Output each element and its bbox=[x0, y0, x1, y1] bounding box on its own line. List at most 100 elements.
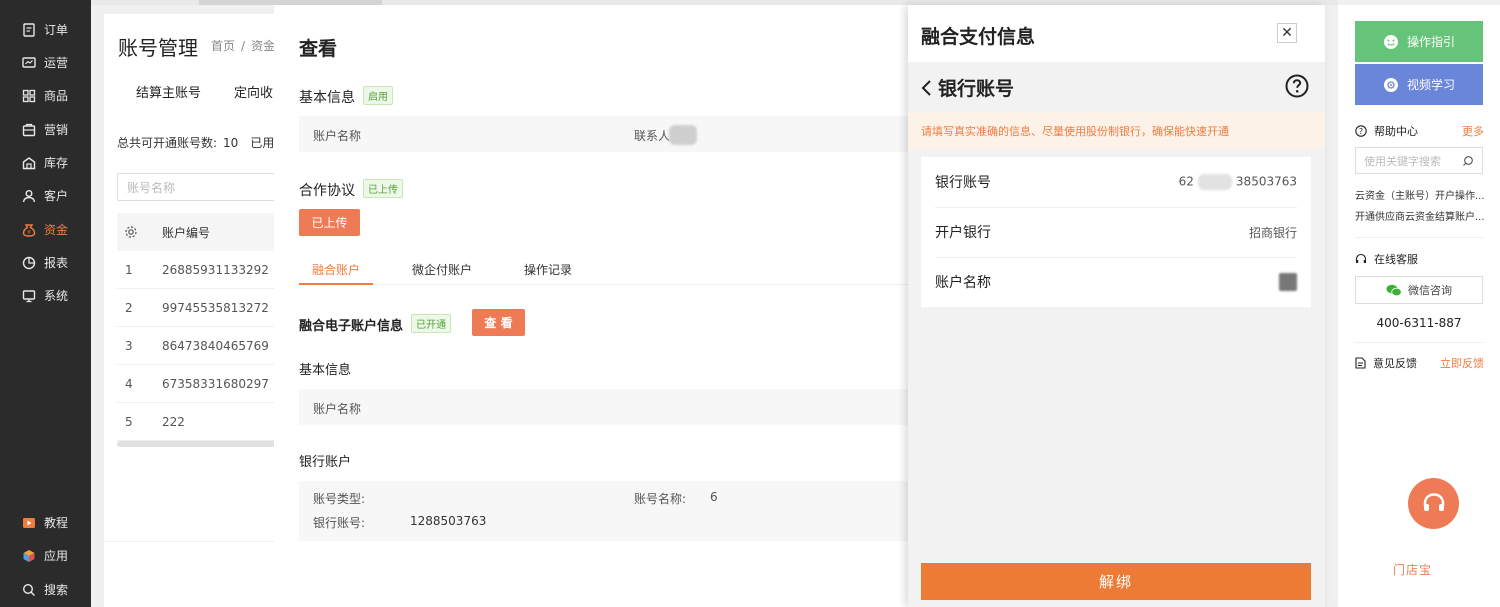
button-label: 视频学习 bbox=[1406, 78, 1455, 92]
nav-item-tutorial[interactable]: 教程 bbox=[0, 506, 91, 539]
search-icon[interactable] bbox=[1462, 155, 1474, 167]
nav-label: 订单 bbox=[44, 23, 69, 37]
chevron-left-icon[interactable] bbox=[921, 79, 932, 97]
tutorial-icon bbox=[23, 517, 35, 528]
account-name-label: 账户名称 bbox=[313, 129, 362, 143]
contact-label: 联系人 bbox=[634, 129, 671, 143]
table-row[interactable]: 5 222 bbox=[117, 403, 294, 441]
view-button[interactable]: 查 看 bbox=[472, 309, 525, 336]
table-header: 账户编号 bbox=[117, 213, 294, 251]
breadcrumb: 首页 / 资金 bbox=[211, 39, 276, 53]
status-badge: 已上传 bbox=[363, 179, 403, 198]
bank-account-subheader[interactable]: 银行账号 bbox=[921, 74, 1014, 101]
row-account-id: 86473840465769 bbox=[162, 338, 269, 353]
modal-title: 查看 bbox=[299, 38, 338, 60]
help-article-link[interactable]: 开通供应商云资金结算账户... bbox=[1355, 208, 1485, 223]
help-center-label: 帮助中心 bbox=[1374, 125, 1418, 138]
subheader-title: 银行账号 bbox=[938, 78, 1015, 100]
agreement-title: 合作协议 已上传 bbox=[299, 179, 403, 200]
report-icon bbox=[22, 256, 36, 269]
row-label: 开户银行 bbox=[935, 225, 991, 241]
unbind-button[interactable]: 解绑 bbox=[921, 563, 1311, 600]
nav-label: 应用 bbox=[44, 549, 69, 563]
nav-item-customer[interactable]: 客户 bbox=[0, 179, 91, 212]
inventory-icon bbox=[22, 156, 36, 169]
nav-item-report[interactable]: 报表 bbox=[0, 246, 91, 279]
table-row[interactable]: 3 86473840465769 bbox=[117, 327, 294, 365]
section-label: 融合电子账户信息 bbox=[299, 319, 404, 334]
nav-item-goods[interactable]: 商品 bbox=[0, 79, 91, 112]
operation-icon bbox=[22, 56, 36, 68]
nav-item-apps[interactable]: 应用 bbox=[0, 539, 91, 572]
customer-icon bbox=[22, 189, 36, 202]
basic-info-2-box: 账户名称 bbox=[299, 389, 908, 425]
table-row[interactable]: 2 99745535813272 bbox=[117, 289, 294, 327]
table-row[interactable]: 1 26885931133292 bbox=[117, 251, 294, 289]
nav-item-operation[interactable]: 运营 bbox=[0, 46, 91, 79]
account-count: 总共可开通账号数: 10 已用 bbox=[117, 134, 274, 151]
nav-label: 报表 bbox=[44, 256, 69, 270]
wechat-consult-button[interactable]: 微信咨询 bbox=[1355, 276, 1483, 304]
divider bbox=[1355, 237, 1483, 238]
feedback-link[interactable]: 立即反馈 bbox=[1440, 355, 1484, 371]
nav-item-inventory[interactable]: 库存 bbox=[0, 146, 91, 179]
gear-icon[interactable] bbox=[124, 225, 138, 239]
nav-label: 营销 bbox=[44, 123, 69, 137]
brand-logo: 门店宝 bbox=[1393, 563, 1433, 577]
page-title: 账号管理 bbox=[118, 36, 198, 60]
wechat-icon bbox=[1386, 284, 1402, 296]
svg-text:¥: ¥ bbox=[27, 230, 30, 236]
divider bbox=[104, 541, 294, 542]
video-icon bbox=[1383, 77, 1398, 92]
help-search-input[interactable]: 使用关键字搜索 bbox=[1355, 147, 1483, 174]
redacted-account-name bbox=[1279, 273, 1297, 291]
nav-item-orders[interactable]: 订单 bbox=[0, 13, 91, 46]
nav-item-system[interactable]: 系统 bbox=[0, 279, 91, 312]
horizontal-scrollbar[interactable] bbox=[117, 441, 294, 447]
basic-info-2-title: 基本信息 bbox=[299, 363, 352, 378]
row-label: 账户名称 bbox=[935, 275, 991, 291]
bank-account-box: 账号类型: 账号名称: 6 银行账号: 1288503763 bbox=[299, 481, 908, 541]
row-label: 银行账号 bbox=[935, 175, 991, 191]
video-learning-button[interactable]: 视频学习 bbox=[1355, 64, 1483, 105]
tab-settlement-account[interactable]: 结算主账号 bbox=[136, 82, 201, 101]
bank-name-row: 开户银行 招商银行 bbox=[935, 207, 1297, 257]
help-article-link[interactable]: 云资金（主账号）开户操作... bbox=[1355, 187, 1485, 202]
uploaded-button[interactable]: 已上传 bbox=[299, 209, 360, 236]
nav-item-funds[interactable]: ¥ 资金 bbox=[0, 213, 91, 246]
account-type-label: 账号类型: bbox=[313, 492, 366, 506]
account-name-search-input[interactable]: 账号名称 bbox=[117, 173, 277, 201]
search-icon bbox=[22, 583, 35, 596]
left-nav: 订单 运营 商品 营销 库存 客户 ¥ 资金 报表 系统 教程 应用 搜索 bbox=[0, 0, 91, 607]
fusion-account-title: 融合电子账户信息 已开通 bbox=[299, 314, 452, 334]
nav-item-search[interactable]: 搜索 bbox=[0, 573, 91, 606]
nav-label: 库存 bbox=[44, 156, 69, 170]
help-icon[interactable] bbox=[1285, 74, 1309, 98]
count-value: 10 bbox=[223, 136, 239, 150]
online-service-row: 在线客服 bbox=[1355, 251, 1483, 267]
tab-directed[interactable]: 定向收 bbox=[234, 82, 273, 101]
bank-account-row: 银行账号 62 38503763 bbox=[935, 157, 1297, 207]
more-link[interactable]: 更多 bbox=[1462, 123, 1484, 139]
tab-fusion-account[interactable]: 融合账户 bbox=[312, 261, 360, 278]
operation-guide-button[interactable]: 操作指引 bbox=[1355, 21, 1483, 62]
drawer-header: 融合支付信息 ✕ bbox=[908, 5, 1325, 62]
tab-operation-log[interactable]: 操作记录 bbox=[524, 261, 572, 278]
nav-item-marketing[interactable]: 营销 bbox=[0, 113, 91, 146]
breadcrumb-home[interactable]: 首页 bbox=[211, 39, 235, 53]
row-account-id: 99745535813272 bbox=[162, 300, 269, 315]
marketing-icon bbox=[22, 123, 36, 136]
breadcrumb-funds[interactable]: 资金 bbox=[251, 39, 275, 53]
close-button[interactable]: ✕ bbox=[1277, 23, 1297, 43]
fusion-payment-drawer: 融合支付信息 ✕ 银行账号 请填写真实准确的信息、尽量使用股份制银行，确保能快速… bbox=[908, 5, 1325, 607]
row-no: 1 bbox=[125, 262, 133, 277]
system-icon bbox=[22, 289, 36, 302]
nav-label: 运营 bbox=[44, 56, 69, 70]
nav-label: 客户 bbox=[44, 189, 69, 203]
section-label: 基本信息 bbox=[299, 90, 355, 106]
redacted-contact bbox=[669, 125, 697, 145]
tab-wechat-pay-account[interactable]: 微企付账户 bbox=[412, 261, 472, 278]
floating-customer-service-button[interactable] bbox=[1408, 478, 1459, 529]
help-panel: 操作指引 视频学习 ? 帮助中心 更多 使用关键字搜索 云资金（主账号）开户操作… bbox=[1338, 5, 1500, 607]
table-row[interactable]: 4 67358331680297 bbox=[117, 365, 294, 403]
